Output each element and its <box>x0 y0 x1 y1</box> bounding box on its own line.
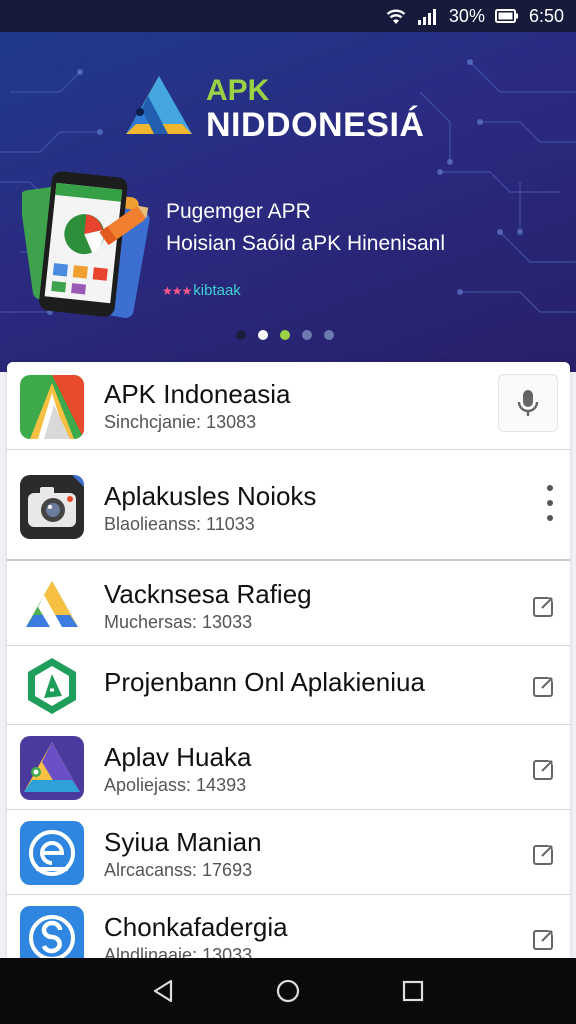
rating-stars-icon: ★★★ <box>162 283 192 298</box>
app-subtitle: Blaolieanss: 11033 <box>104 514 255 534</box>
edit-icon[interactable] <box>532 757 556 781</box>
app-title: Aplakusles Noioks <box>104 481 317 511</box>
list-item[interactable]: Projenbann Onl Aplakieniua <box>7 647 570 725</box>
camera-app-icon <box>20 475 84 539</box>
app-title: Projenbann Onl Aplakieniua <box>104 667 425 697</box>
clock: 6:50 <box>528 5 564 26</box>
app-title: APK Indoneasia <box>104 379 291 409</box>
app-subtitle: Apoliejass: 14393 <box>104 775 247 795</box>
app-title: Vacknsesa Rafieg <box>104 579 312 609</box>
logo-title: APK NIDDONESIÁ <box>206 74 425 144</box>
recents-button[interactable] <box>393 971 433 1011</box>
navigation-bar <box>0 958 576 1024</box>
list-item[interactable]: Chonkafadergia Alndlinaaie: 13033 <box>7 896 570 958</box>
app-list: APK Indoneasia Sinchcjanie: 13083 Aplaku… <box>7 362 570 958</box>
app-subtitle: Alrcacanss: 17693 <box>104 860 253 880</box>
voice-search-button[interactable] <box>498 374 558 432</box>
app-subtitle: Sinchcjanie: 13083 <box>104 412 257 432</box>
logo-brand-text: NIDDONESIÁ <box>206 106 425 144</box>
edit-icon[interactable] <box>532 842 556 866</box>
blue-s-icon <box>20 906 84 958</box>
list-item[interactable]: Aplav Huaka Apoliejass: 14393 <box>7 726 570 810</box>
battery-percent: 30% <box>448 5 485 26</box>
carousel-dot-active[interactable] <box>258 330 268 340</box>
app-subtitle: Muchersas: 13033 <box>104 612 253 632</box>
battery-icon <box>494 9 518 23</box>
hero-banner[interactable]: APK NIDDONESIÁ Pugemger APR Hoisian Saói… <box>0 32 576 372</box>
list-item[interactable]: Vacknsesa Rafieg Muchersas: 13033 <box>7 563 570 646</box>
app-subtitle: Alndlinaaie: 13033 <box>104 945 253 958</box>
blue-e-icon <box>20 821 84 885</box>
list-item[interactable]: Aplakusles Noioks Blaolieanss: 11033 <box>7 451 570 561</box>
green-hexagon-icon <box>20 654 84 718</box>
list-item[interactable]: Syiua Manian Alrcacanss: 17693 <box>7 811 570 895</box>
signal-icon <box>417 9 436 25</box>
app-title: Chonkafadergia <box>104 912 288 942</box>
drive-triangle-icon <box>20 573 84 637</box>
logo-apk-text: APK <box>206 74 270 107</box>
apk-indonesia-icon <box>20 375 84 439</box>
edit-icon[interactable] <box>532 594 556 618</box>
app-title: Aplav Huaka <box>104 742 252 772</box>
wifi-icon <box>386 9 406 24</box>
edit-icon[interactable] <box>532 927 556 951</box>
app-title: Syiua Manian <box>104 827 262 857</box>
list-item[interactable]: APK Indoneasia Sinchcjanie: 13083 <box>7 362 570 450</box>
home-button[interactable] <box>268 971 308 1011</box>
hero-tag: ★★★ kibtaak <box>162 282 241 299</box>
back-icon <box>153 979 172 1003</box>
hero-tag-text: kibtaak <box>193 282 241 299</box>
carousel-dot[interactable] <box>324 330 334 340</box>
carousel-dot[interactable] <box>280 330 290 340</box>
hero-headline: Pugemger APR <box>166 200 311 223</box>
carousel-indicator[interactable] <box>236 330 334 340</box>
carousel-dot[interactable] <box>236 330 246 340</box>
purple-triangle-icon <box>20 736 84 800</box>
home-icon <box>276 979 300 1003</box>
phone-illustration-icon <box>22 171 150 318</box>
more-vert-icon[interactable] <box>546 485 554 521</box>
hero-subheadline: Hoisian Saóid aPK Hinenisanl <box>166 232 445 255</box>
back-button[interactable] <box>143 971 183 1011</box>
carousel-dot[interactable] <box>302 330 312 340</box>
mic-icon <box>517 390 539 416</box>
recents-icon <box>403 980 424 1002</box>
apk-logo-icon <box>126 76 192 134</box>
edit-icon[interactable] <box>532 674 556 698</box>
status-bar: 30% 6:50 <box>0 0 576 32</box>
